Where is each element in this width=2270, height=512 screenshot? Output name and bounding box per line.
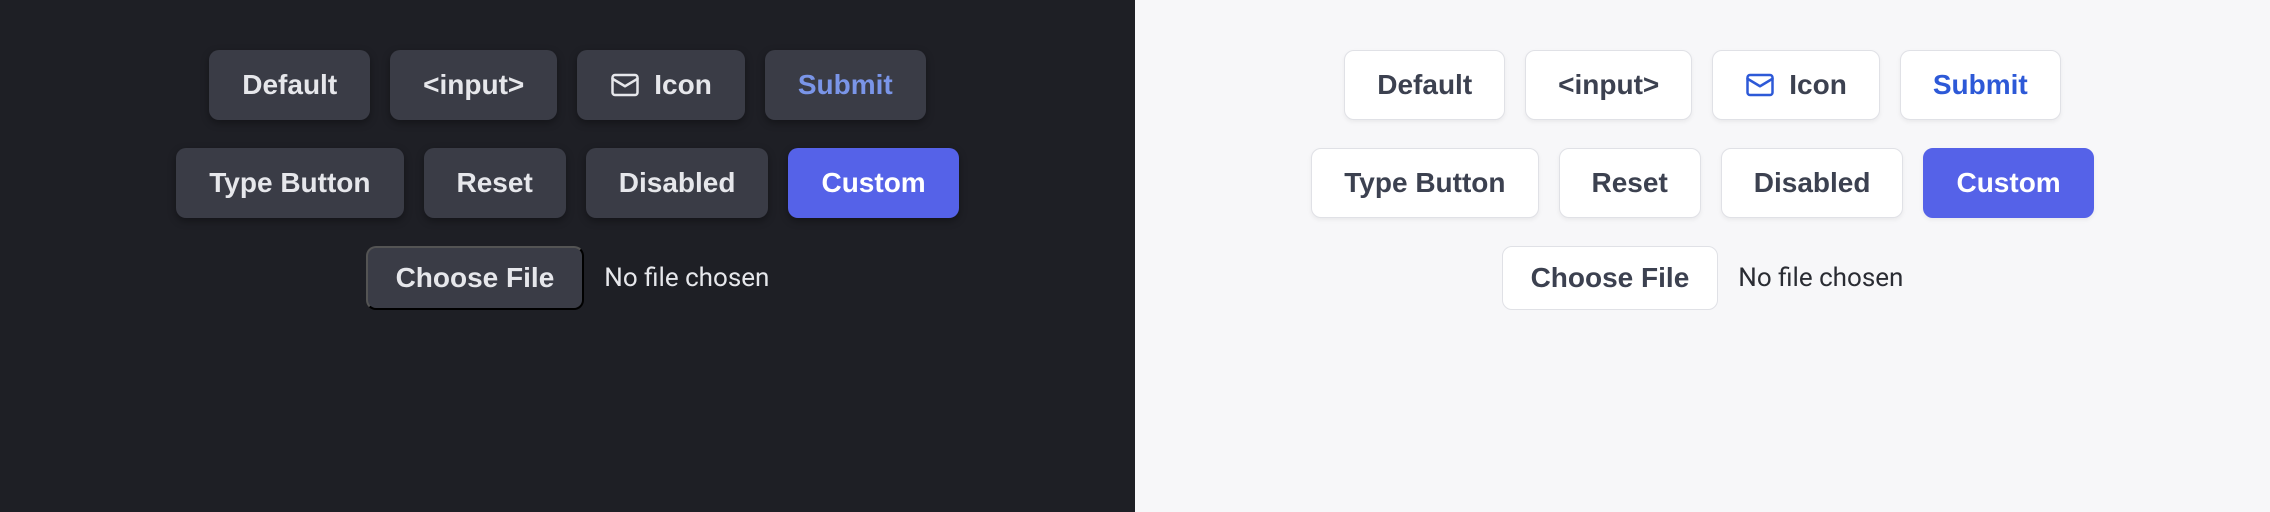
mail-icon [610, 70, 640, 100]
custom-button[interactable]: Custom [788, 148, 958, 218]
disabled-button[interactable]: Disabled [1721, 148, 1904, 218]
file-status-text: No file chosen [604, 263, 769, 293]
choose-file-button[interactable]: Choose File [1502, 246, 1719, 310]
button-row-1: Default <input> Icon Submit [209, 50, 925, 120]
type-button[interactable]: Type Button [1311, 148, 1538, 218]
button-row-1: Default <input> Icon Submit [1344, 50, 2060, 120]
icon-button-label: Icon [654, 69, 712, 101]
submit-button[interactable]: Submit [765, 50, 926, 120]
submit-button[interactable]: Submit [1900, 50, 2061, 120]
disabled-button[interactable]: Disabled [586, 148, 769, 218]
file-row: Choose File No file chosen [1502, 246, 1904, 310]
mail-icon [1745, 70, 1775, 100]
default-button[interactable]: Default [1344, 50, 1505, 120]
reset-button[interactable]: Reset [1559, 148, 1701, 218]
icon-button-label: Icon [1789, 69, 1847, 101]
type-button[interactable]: Type Button [176, 148, 403, 218]
file-input-wrapper: Choose File No file chosen [1502, 246, 1904, 310]
file-row: Choose File No file chosen [366, 246, 770, 310]
reset-button[interactable]: Reset [424, 148, 566, 218]
file-status-text: No file chosen [1738, 263, 1903, 293]
input-element-button[interactable]: <input> [1525, 50, 1692, 120]
choose-file-button[interactable]: Choose File [366, 246, 585, 310]
icon-button[interactable]: Icon [577, 50, 745, 120]
dark-theme-panel: Default <input> Icon Submit Type Button … [0, 0, 1135, 512]
input-element-button[interactable]: <input> [390, 50, 557, 120]
custom-button[interactable]: Custom [1923, 148, 2093, 218]
light-theme-panel: Default <input> Icon Submit Type Button … [1135, 0, 2270, 512]
icon-button[interactable]: Icon [1712, 50, 1880, 120]
button-row-2: Type Button Reset Disabled Custom [1311, 148, 2093, 218]
default-button[interactable]: Default [209, 50, 370, 120]
button-row-2: Type Button Reset Disabled Custom [176, 148, 958, 218]
file-input-wrapper: Choose File No file chosen [366, 246, 770, 310]
